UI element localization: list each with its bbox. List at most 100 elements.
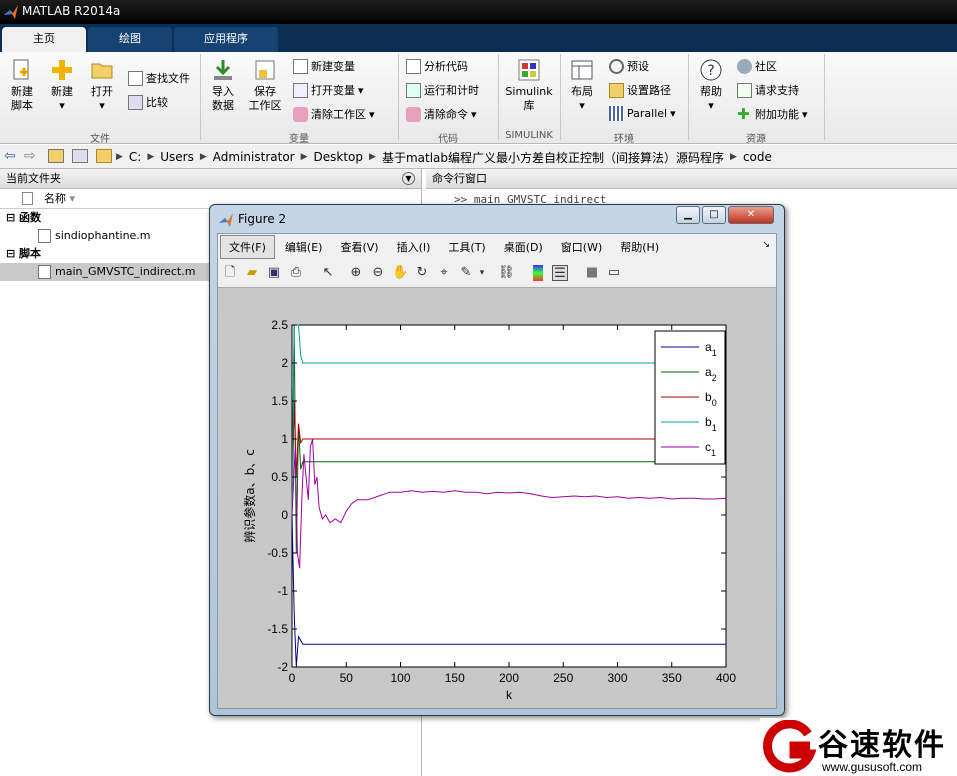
menu-desktop[interactable]: 桌面(D)	[496, 236, 551, 258]
new-variable-button[interactable]: 新建变量	[293, 58, 355, 74]
zoom-in-icon[interactable]: ⊕	[348, 265, 364, 281]
rotate-3d-icon[interactable]: ↻	[414, 265, 430, 281]
find-files-icon	[128, 70, 143, 86]
chevron-down-icon: ▾	[358, 83, 364, 97]
current-folder-title: 当前文件夹	[6, 172, 61, 185]
collapse-icon[interactable]: ⊟	[6, 247, 19, 260]
svg-text:?: ?	[707, 63, 714, 79]
dock-arrow-icon[interactable]: ↘	[762, 240, 770, 250]
find-files-button[interactable]: 查找文件	[128, 70, 190, 86]
figure-content: 文件(F) 编辑(E) 查看(V) 插入(I) 工具(T) 桌面(D) 窗口(W…	[217, 233, 777, 709]
legend-icon[interactable]: ☰	[552, 265, 568, 281]
group-resources-label: 资源	[746, 134, 766, 145]
chevron-down-icon: ▾	[579, 99, 585, 112]
tab-home[interactable]: 主页	[2, 27, 86, 52]
request-support-icon	[737, 82, 752, 98]
chevron-down-icon[interactable]: ▾	[474, 265, 490, 281]
y-tick-label: -1	[277, 584, 288, 598]
panel-menu-icon[interactable]: ▼	[402, 172, 415, 185]
import-data-button[interactable]: 导入 数据	[204, 58, 242, 113]
breadcrumb-item[interactable]: Desktop	[314, 150, 364, 164]
open-button[interactable]: 打开 ▾	[84, 58, 120, 113]
brand-name: 谷速软件	[818, 728, 946, 763]
simulink-library-button[interactable]: Simulink 库	[503, 58, 555, 113]
new-button[interactable]: 新建 ▾	[44, 58, 80, 113]
clear-commands-label: 清除命令	[424, 108, 468, 121]
brush-icon[interactable]: ✎	[458, 265, 474, 281]
parallel-button[interactable]: Parallel ▾	[609, 106, 676, 121]
close-button[interactable]: ✕	[728, 206, 774, 224]
clear-commands-button[interactable]: 清除命令 ▾	[406, 106, 477, 122]
link-plot-icon[interactable]: ⛓	[498, 265, 515, 281]
figure-toolbar: 🗋 ▰ ▣ ⎙ ↖ ⊕ ⊖ ✋ ↻ ⌖ ✎ ▾ ⛓ ☰ ■ ▭	[218, 260, 776, 288]
pan-hand-icon[interactable]: ✋	[392, 265, 408, 281]
menu-view[interactable]: 查看(V)	[332, 236, 386, 258]
chevron-right-icon: ▶	[300, 152, 308, 162]
new-script-button[interactable]: 新建 脚本	[4, 58, 40, 113]
menu-insert[interactable]: 插入(I)	[389, 236, 439, 258]
preferences-button[interactable]: 预设	[609, 58, 649, 74]
save-icon[interactable]: ▣	[266, 265, 282, 281]
open-variable-icon	[293, 82, 308, 98]
divider	[560, 54, 561, 140]
browse-folder-icon[interactable]	[72, 149, 88, 163]
y-tick-label: 2	[281, 356, 288, 370]
breadcrumb-item[interactable]: 基于matlab编程广义最小方差自校正控制（间接算法）源码程序	[382, 149, 724, 166]
x-axis-label: k	[506, 688, 513, 702]
colorbar-icon[interactable]	[533, 265, 543, 281]
print-icon[interactable]: ⎙	[288, 265, 304, 281]
breadcrumb-item[interactable]: C:	[129, 150, 141, 164]
pointer-icon[interactable]: ↖	[320, 265, 336, 281]
community-button[interactable]: 社区	[737, 58, 777, 74]
figure-window[interactable]: Figure 2 ▁ □ ✕ 文件(F) 编辑(E) 查看(V) 插入(I) 工…	[209, 204, 785, 716]
collapse-icon[interactable]: ⊟	[6, 211, 19, 224]
y-axis-label: 辨识参数a、b、c	[242, 449, 257, 543]
run-and-time-button[interactable]: 运行和计时	[406, 82, 479, 98]
community-label: 社区	[755, 60, 777, 73]
minimize-button[interactable]: ▁	[676, 206, 700, 224]
clear-workspace-button[interactable]: 清除工作区 ▾	[293, 106, 375, 122]
plot-area[interactable]: 0 50 100 150 200 250 300 350 400 -2 -1.5 -1 -0.5 0 0.5…	[218, 290, 776, 708]
open-variable-button[interactable]: 打开变量 ▾	[293, 82, 364, 98]
analyze-code-button[interactable]: 分析代码	[406, 58, 468, 74]
open-file-icon[interactable]: ▰	[244, 265, 260, 281]
hide-tools-icon[interactable]: ■	[584, 265, 600, 281]
help-button[interactable]: ? 帮助 ▾	[694, 58, 728, 113]
y-tick-label: -1.5	[267, 622, 288, 636]
group-code-label: 代码	[438, 134, 458, 145]
add-ons-button[interactable]: ✚ 附加功能 ▾	[737, 106, 808, 122]
legend[interactable]: a1a2b0b1c1	[654, 330, 726, 465]
menu-file[interactable]: 文件(F)	[220, 235, 275, 259]
clear-commands-icon	[406, 106, 421, 122]
find-files-label: 查找文件	[146, 72, 190, 85]
group-functions-label: 函数	[19, 211, 42, 224]
compare-button[interactable]: 比较	[128, 94, 168, 110]
new-figure-icon[interactable]: 🗋	[222, 265, 238, 281]
back-arrow-icon[interactable]: ⇦	[4, 148, 16, 164]
tab-apps[interactable]: 应用程序	[174, 27, 278, 52]
set-path-button[interactable]: 设置路径	[609, 82, 671, 98]
new-script-label: 新建 脚本	[11, 85, 33, 112]
zoom-out-icon[interactable]: ⊖	[370, 265, 386, 281]
menu-window[interactable]: 窗口(W)	[553, 236, 610, 258]
breadcrumb-item[interactable]: code	[743, 150, 772, 164]
menu-help[interactable]: 帮助(H)	[612, 236, 667, 258]
request-support-button[interactable]: 请求支持	[737, 82, 799, 98]
up-folder-icon[interactable]	[48, 149, 64, 163]
forward-arrow-icon[interactable]: ⇨	[24, 148, 36, 164]
data-cursor-icon[interactable]: ⌖	[436, 265, 452, 281]
preferences-label: 预设	[627, 60, 649, 73]
show-tools-icon[interactable]: ▭	[606, 265, 622, 281]
maximize-button[interactable]: □	[702, 206, 726, 224]
tab-plots[interactable]: 绘图	[88, 27, 172, 52]
add-ons-label: 附加功能	[755, 108, 799, 121]
save-workspace-button[interactable]: 保存 工作区	[245, 58, 285, 113]
help-label: 帮助	[700, 85, 722, 98]
breadcrumb-item[interactable]: Administrator	[213, 150, 295, 164]
file-function-name: sindiophantine.m	[55, 229, 151, 242]
menu-edit[interactable]: 编辑(E)	[277, 236, 331, 258]
breadcrumb-item[interactable]: Users	[160, 150, 194, 164]
breadcrumb[interactable]: ▶ C: ▶ Users ▶ Administrator ▶ Desktop ▶ 基于ma…	[116, 145, 772, 169]
layout-button[interactable]: 布局 ▾	[564, 58, 600, 113]
menu-tools[interactable]: 工具(T)	[440, 236, 493, 258]
